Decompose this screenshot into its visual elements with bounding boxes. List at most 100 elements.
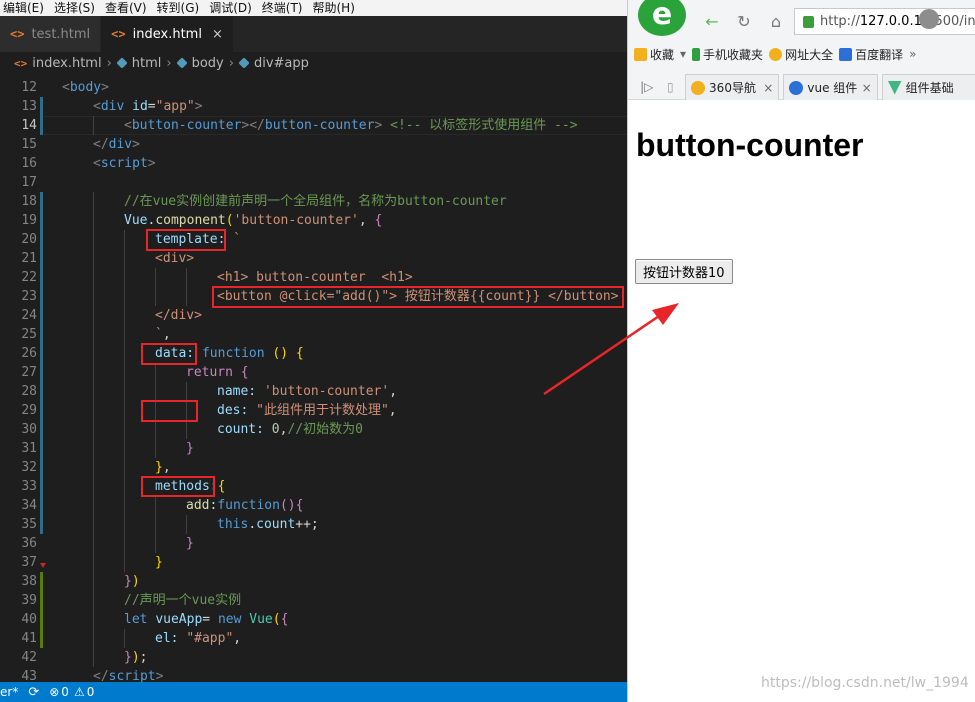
code-line[interactable]: 37} — [0, 553, 627, 572]
code-line[interactable]: 32}, — [0, 458, 627, 477]
git-change-marker — [40, 439, 43, 458]
indent-guide — [93, 553, 94, 572]
branch-label[interactable]: er* — [0, 685, 18, 699]
git-change-marker — [40, 420, 43, 439]
close-icon[interactable]: × — [763, 81, 773, 95]
code-line[interactable]: 28 name: 'button-counter', — [0, 382, 627, 401]
more-favorites-icon[interactable]: » — [909, 47, 916, 61]
menu-item[interactable]: 终端(T) — [259, 0, 310, 16]
favorite-item[interactable]: 百度翻译 — [839, 46, 903, 63]
breadcrumb-item[interactable]: div#app — [254, 56, 309, 71]
code-token: , — [388, 403, 397, 418]
code-line[interactable]: 43 </script> — [0, 667, 627, 682]
code-line[interactable]: 14 <button-counter></button-counter> <!--… — [0, 116, 627, 135]
menu-item[interactable]: 选择(S) — [51, 0, 102, 16]
code-line[interactable]: 12 <body> — [0, 78, 627, 97]
favorite-item[interactable]: 网址大全 — [769, 46, 833, 63]
tab-list-icon[interactable]: ▯ — [659, 74, 681, 100]
browser-tab-label: 360导航 — [709, 81, 756, 95]
code-line[interactable]: 13 <div id="app"> — [0, 97, 627, 116]
code-line[interactable]: 40 let vueApp= new Vue({ — [0, 610, 627, 629]
close-icon[interactable]: × — [212, 27, 223, 42]
sidebar-toggle-icon[interactable]: |▷ — [634, 74, 659, 100]
code-token: id — [132, 99, 148, 114]
code-line[interactable]: 22 <h1> button-counter <h1> — [0, 268, 627, 287]
code-token: . — [248, 517, 257, 532]
code-line[interactable]: 29 des: "此组件用于计数处理", — [0, 401, 627, 420]
favorite-item[interactable]: 收藏 ▾ — [634, 46, 686, 63]
menu-item[interactable]: 调试(D) — [206, 0, 259, 16]
code-line[interactable]: 15 </div> — [0, 135, 627, 154]
code-line[interactable]: 30 count: 0,//初始数为0 — [0, 420, 627, 439]
menu-item[interactable]: 查看(V) — [102, 0, 154, 16]
code-editor[interactable]: 12 <body> 13 <div id="app"> 14 <button-counte… — [0, 76, 627, 682]
back-icon[interactable]: ← — [700, 10, 724, 32]
browser-tab[interactable]: 组件基础 — [881, 74, 975, 100]
menu-item[interactable]: 帮助(H) — [310, 0, 362, 16]
indent-guide — [124, 534, 125, 553]
errors-indicator[interactable]: ⊗ 0 ⚠ 0 — [49, 685, 94, 699]
code-token: 'button-counter' — [233, 213, 359, 228]
tab-test-html[interactable]: <> test.html — [0, 16, 102, 52]
line-number: 19 — [21, 213, 37, 228]
code-line[interactable]: 16 <script> — [0, 154, 627, 173]
tab-index-html[interactable]: <> index.html × — [101, 16, 234, 52]
indent-guide — [155, 515, 156, 534]
indent-guide — [155, 287, 156, 306]
breadcrumb-item[interactable]: html — [132, 56, 162, 71]
code-token: ) — [131, 574, 140, 589]
code-token: el: — [155, 631, 179, 646]
code-token: function — [217, 498, 280, 513]
refresh-icon[interactable]: ↻ — [732, 10, 756, 32]
sync-icon[interactable]: ⟳ — [28, 685, 39, 700]
browser-tab[interactable]: vue 组件 × — [783, 74, 878, 100]
code-line[interactable]: 31} — [0, 439, 627, 458]
code-line[interactable]: 38}) — [0, 572, 627, 591]
indent-guide — [93, 572, 94, 591]
favorite-item[interactable]: 手机收藏夹 — [692, 46, 763, 63]
menu-item[interactable]: 转到(G) — [154, 0, 207, 16]
code-line[interactable]: 33 methods:{ — [0, 477, 627, 496]
code-line[interactable]: 25 `, — [0, 325, 627, 344]
browser-tab[interactable]: 360导航 × — [685, 74, 780, 100]
code-line[interactable]: 18 //在vue实例创建前声明一个全局组件，名称为button-counter — [0, 192, 627, 211]
indent-guide — [93, 116, 94, 135]
code-line[interactable]: 21 <div> — [0, 249, 627, 268]
indent-guide — [155, 534, 156, 553]
code-line[interactable]: 42}); — [0, 648, 627, 667]
code-line[interactable]: 34 add:function(){ — [0, 496, 627, 515]
chevron-down-icon[interactable]: ▾ — [680, 47, 686, 61]
counter-button[interactable]: 按钮计数器10 — [635, 259, 733, 284]
code-token: } — [155, 555, 163, 570]
fold-marker-icon[interactable] — [40, 563, 46, 568]
indent-guide — [93, 515, 94, 534]
code-line[interactable]: 24 </div> — [0, 306, 627, 325]
menu-item[interactable]: 编辑(E) — [0, 0, 51, 16]
code-line[interactable]: 35 this.count++; — [0, 515, 627, 534]
line-number: 40 — [21, 612, 37, 627]
code-token: { — [240, 365, 249, 380]
code-line[interactable]: 19 Vue.component('button-counter', { — [0, 211, 627, 230]
code-line[interactable]: 27 return { — [0, 363, 627, 382]
code-line[interactable]: 39 //声明一个vue实例 — [0, 591, 627, 610]
home-icon[interactable]: ⌂ — [764, 10, 788, 32]
close-icon[interactable]: × — [862, 81, 872, 95]
address-bar[interactable]: http://127.0.0.1:5500/in — [794, 8, 975, 35]
indent-guide — [93, 192, 94, 211]
breadcrumb-item[interactable]: index.html — [32, 56, 101, 71]
code-text: }, — [155, 458, 171, 477]
git-change-marker — [40, 249, 43, 268]
code-line[interactable]: 41 el: "#app", — [0, 629, 627, 648]
code-line[interactable]: 17 — [0, 173, 627, 192]
indent-guide — [124, 325, 125, 344]
code-line[interactable]: 36} — [0, 534, 627, 553]
code-token: 0 — [271, 422, 280, 437]
code-token: , — [389, 384, 398, 399]
git-change-marker — [40, 97, 43, 116]
code-line[interactable]: 20 template: ` — [0, 230, 627, 249]
line-number: 37 — [21, 555, 37, 570]
breadcrumb-item[interactable]: body — [192, 56, 224, 71]
code-line[interactable]: 26 data: function () { — [0, 344, 627, 363]
